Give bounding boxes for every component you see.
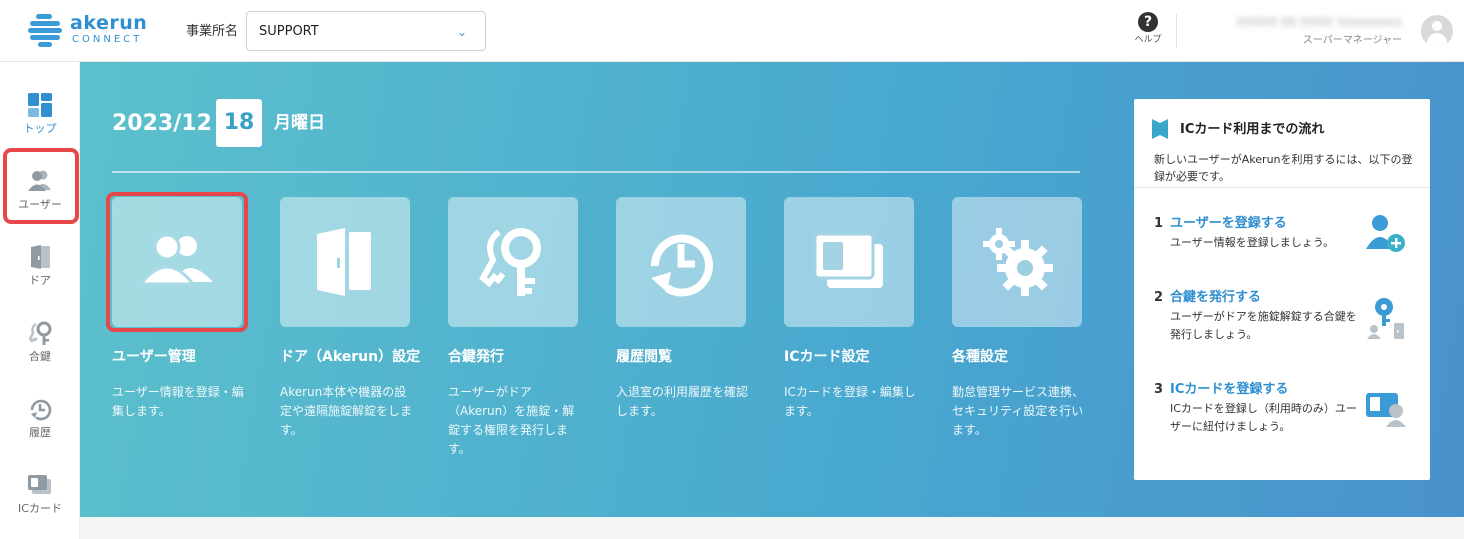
- help-button[interactable]: ? ヘルプ: [1130, 12, 1166, 52]
- sidebar-item-label: ドア: [29, 274, 51, 287]
- tile-ic-card[interactable]: [784, 197, 914, 327]
- ic-card-flow-panel: ICカード利用までの流れ 新しいユーザーがAkerunを利用するには、以下の登録…: [1134, 99, 1430, 480]
- step-link-register-user[interactable]: ユーザーを登録する: [1170, 215, 1287, 233]
- user-role: スーパーマネージャー: [1302, 35, 1402, 46]
- panel-title: ICカード利用までの流れ: [1180, 122, 1325, 137]
- hero-divider: [112, 171, 1080, 173]
- step-text: ユーザーがドアを施錠解錠する合鍵を発行しましょう。: [1170, 310, 1357, 341]
- tile-description: ユーザー情報を登録・編集します。: [112, 385, 244, 418]
- tile-title[interactable]: ユーザー管理: [112, 347, 196, 367]
- header-divider: [1176, 14, 1177, 48]
- card-user-icon: [1366, 393, 1406, 427]
- tile-description: ユーザーがドア（Akerun）を施錠・解錠する権限を発行します。: [448, 385, 575, 456]
- tile-title[interactable]: ドア（Akerun）設定: [280, 347, 420, 367]
- tile-title[interactable]: 履歴閲覧: [616, 347, 672, 367]
- logo-subtext: CONNECT: [72, 34, 143, 45]
- key-icon: [479, 228, 541, 296]
- step-number: 2: [1154, 290, 1164, 305]
- help-icon: ?: [1138, 12, 1158, 32]
- sidebar-item-label: 履歴: [29, 426, 51, 439]
- sidebar: トップ ユーザー ドア 合鍵 履歴 ICカード: [0, 62, 80, 539]
- tile-description: Akerun本体や機器の設定や遠隔施錠解錠をします。: [280, 385, 413, 437]
- ic-card-icon: [27, 472, 53, 498]
- history-icon: [27, 396, 53, 422]
- door-icon: [27, 244, 53, 270]
- bookmark-icon: [1152, 119, 1168, 139]
- highlight-box: [106, 192, 248, 332]
- step-number: 1: [1154, 216, 1164, 231]
- date-day: 18: [216, 99, 262, 147]
- app-header: akerun CONNECT 事業所名 SUPPORT ⌄ ? ヘルプ XXXX…: [0, 0, 1464, 62]
- sidebar-item-label: 合鍵: [29, 350, 51, 363]
- step-number: 3: [1154, 382, 1164, 397]
- tile-description: 入退室の利用履歴を確認します。: [616, 385, 749, 418]
- add-user-icon: [1366, 215, 1405, 252]
- tile-description: ICカードを登録・編集します。: [784, 385, 916, 418]
- sidebar-item-history[interactable]: 履歴: [0, 388, 80, 454]
- step-link-issue-key[interactable]: 合鍵を発行する: [1170, 289, 1261, 307]
- date-year-month: 2023/12: [112, 111, 212, 136]
- akerun-logo[interactable]: akerun CONNECT: [28, 12, 148, 48]
- user-name[interactable]: XXXXX 00 XXXX Xxxxxxxxx: [1218, 14, 1402, 30]
- tile-description: 勤怠管理サービス連携、セキュリティ設定を行います。: [952, 385, 1085, 437]
- date-weekday: 月曜日: [274, 113, 325, 133]
- tile-title[interactable]: 合鍵発行: [448, 347, 504, 367]
- logo-text: akerun: [70, 12, 148, 34]
- logo-mark-icon: [28, 12, 64, 47]
- panel-intro: 新しいユーザーがAkerunを利用するには、以下の登録が必要です。: [1154, 153, 1413, 183]
- sidebar-item-key[interactable]: 合鍵: [0, 312, 80, 378]
- gear-icon: [983, 228, 1053, 296]
- sidebar-item-label: トップ: [23, 122, 57, 135]
- tile-settings[interactable]: [952, 197, 1082, 327]
- chevron-down-icon: ⌄: [456, 25, 467, 39]
- sidebar-item-ic-card[interactable]: ICカード: [0, 464, 80, 530]
- help-label: ヘルプ: [1134, 35, 1162, 45]
- sidebar-item-label: ICカード: [18, 502, 62, 515]
- tile-title[interactable]: ICカード設定: [784, 347, 869, 367]
- tile-title[interactable]: 各種設定: [952, 347, 1008, 367]
- tile-door-settings[interactable]: [280, 197, 410, 327]
- tile-key-issue[interactable]: [448, 197, 578, 327]
- tile-history[interactable]: [616, 197, 746, 327]
- ic-card-icon: [813, 232, 883, 288]
- office-select[interactable]: SUPPORT ⌄: [246, 11, 486, 51]
- step-text: ユーザー情報を登録しましょう。: [1170, 236, 1335, 249]
- panel-divider: [1134, 187, 1430, 188]
- office-select-value: SUPPORT: [259, 24, 319, 39]
- sidebar-item-door[interactable]: ドア: [0, 236, 80, 302]
- office-label: 事業所名: [186, 24, 239, 39]
- content-area: [80, 517, 1464, 539]
- key-door-icon: [1367, 298, 1404, 339]
- avatar[interactable]: [1421, 15, 1453, 47]
- sidebar-item-top[interactable]: トップ: [0, 84, 80, 150]
- door-icon: [317, 228, 371, 296]
- history-icon: [650, 234, 713, 297]
- key-icon: [27, 320, 53, 346]
- highlight-box: [3, 148, 79, 224]
- dashboard-icon: [27, 92, 53, 118]
- step-text: ICカードを登録し（利用時のみ）ユーザーに紐付けましょう。: [1170, 402, 1357, 433]
- step-link-register-ic-card[interactable]: ICカードを登録する: [1170, 381, 1288, 399]
